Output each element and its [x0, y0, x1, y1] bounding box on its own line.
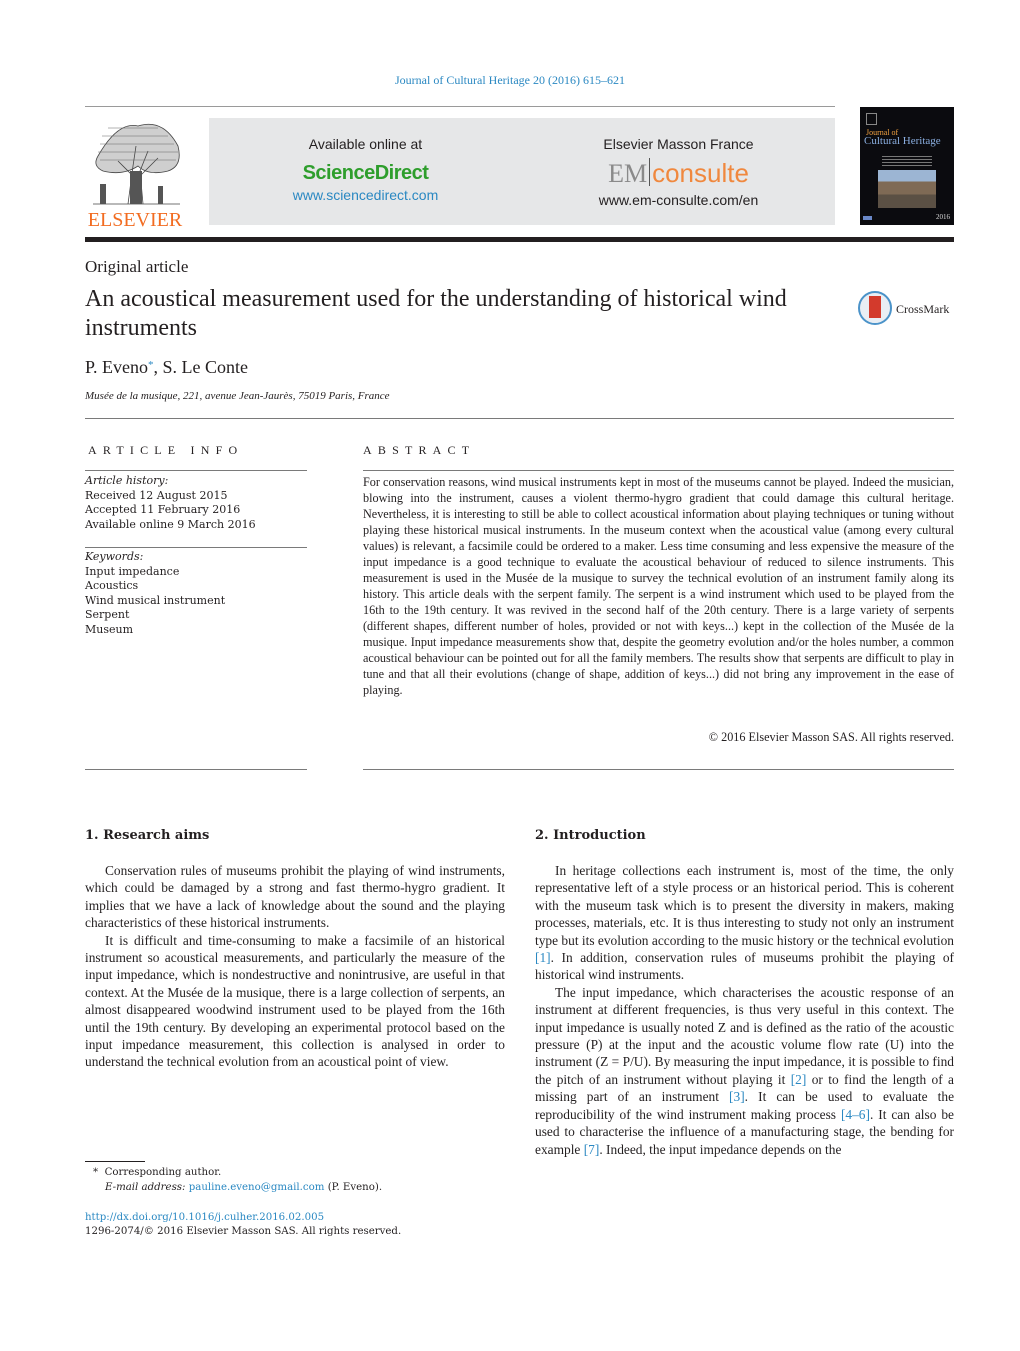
journal-reference-link[interactable]: Journal of Cultural Heritage 20 (2016) 6… [0, 73, 1020, 88]
history-accepted: Accepted 11 February 2016 [85, 503, 241, 516]
email-label: E-mail address: [105, 1181, 186, 1193]
keyword: Input impedance [85, 564, 180, 578]
elsevier-tree-icon [88, 116, 184, 208]
abstract-bottom-rule [363, 769, 954, 770]
article-info-rule [85, 470, 307, 471]
article-info-bottom-rule [85, 769, 307, 770]
history-online: Available online 9 March 2016 [85, 517, 256, 531]
em-wordmark: EM [608, 159, 648, 188]
author-name[interactable]: P. Eveno [85, 357, 148, 377]
paragraph: The input impedance, which characterises… [535, 984, 954, 1158]
article-type: Original article [85, 257, 189, 276]
introduction-body: In heritage collections each instrument … [535, 862, 954, 1158]
corresponding-author-note: Corresponding author. [104, 1167, 222, 1178]
abstract-body: For conservation reasons, wind musical i… [363, 475, 954, 697]
cover-elsevier-icon [866, 113, 877, 125]
keyword: Wind musical instrument [85, 593, 226, 607]
paragraph: It is difficult and time-consuming to ma… [85, 932, 505, 1070]
elsevier-masson-caption: Elsevier Masson France [603, 136, 754, 152]
footnote-rule [85, 1161, 145, 1162]
abstract-heading: ABSTRACT [363, 443, 476, 457]
issn-copyright: 1296-2074/© 2016 Elsevier Masson SAS. Al… [85, 1226, 402, 1237]
keyword: Serpent [85, 608, 130, 621]
article-title: An acoustical measurement used for the u… [85, 286, 787, 341]
keywords-list: Keywords: Input impedance Acoustics Wind… [85, 550, 307, 637]
keywords-label: Keywords: [85, 550, 144, 563]
elsevier-wordmark: ELSEVIER [87, 209, 183, 231]
section-heading-introduction: 2. Introduction [535, 828, 646, 843]
email-link[interactable]: pauline.eveno@gmail.com [189, 1182, 325, 1193]
research-aims-body: Conservation rules of museums prohibit t… [85, 862, 505, 1071]
text-run: . Indeed, the input impedance depends on… [599, 1141, 842, 1157]
header-rule [85, 106, 835, 107]
publisher-banner: Available online at ScienceDirect www.sc… [209, 118, 835, 225]
header-thick-rule [85, 237, 954, 242]
cover-badge-icon [863, 216, 872, 220]
section-heading-research-aims: 1. Research aims [85, 828, 210, 843]
paragraph: In heritage collections each instrument … [535, 862, 954, 984]
author-list: P. Eveno*, S. Le Conte [85, 357, 248, 378]
text-run: . In addition, conservation rules of mus… [535, 950, 954, 983]
crossmark-ribbon [869, 296, 881, 323]
crossmark-icon [858, 291, 892, 325]
citation-link[interactable]: [2] [791, 1072, 807, 1087]
citation-link[interactable]: [4–6] [841, 1107, 870, 1122]
cover-photo [878, 170, 936, 208]
keywords-rule [85, 547, 307, 548]
consulte-wordmark: consulte [652, 158, 749, 188]
author-separator: , [153, 357, 163, 377]
article-history-label: Article history: [85, 474, 169, 487]
sciencedirect-logo[interactable]: ScienceDirect [209, 162, 522, 185]
citation-link[interactable]: [1] [535, 950, 551, 965]
corresponding-author-footnote: * Corresponding author. E-mail address: … [93, 1166, 513, 1195]
emconsulte-url-link[interactable]: www.em-consulte.com/en [522, 192, 835, 208]
text-run: In heritage collections each instrument … [535, 863, 954, 948]
cover-subtitle-lines [882, 154, 932, 166]
article-history: Article history: Received 12 August 2015… [85, 474, 307, 532]
emconsulte-block: Elsevier Masson France EM consulte www.em… [522, 118, 835, 208]
elsevier-logo[interactable]: ELSEVIER [85, 116, 185, 231]
author-affiliation: Musée de la musique, 221, avenue Jean-Ja… [85, 390, 390, 402]
abstract-copyright: © 2016 Elsevier Masson SAS. All rights r… [708, 730, 954, 744]
citation-link[interactable]: [7] [584, 1142, 600, 1157]
doi-link[interactable]: http://dx.doi.org/10.1016/j.culher.2016.… [85, 1211, 324, 1226]
article-info-heading: ARTICLE INFO [88, 443, 244, 457]
emconsulte-logo[interactable]: EM consulte [522, 158, 835, 190]
sciencedirect-url-link[interactable]: www.sciencedirect.com [209, 187, 522, 203]
email-owner: (P. Eveno). [327, 1181, 383, 1193]
available-online-caption: Available online at [308, 136, 423, 152]
footnote-star: * [93, 1167, 99, 1178]
citation-link[interactable]: [3] [729, 1089, 745, 1104]
abstract-rule [363, 470, 954, 471]
keyword: Museum [85, 622, 134, 636]
cover-journal-title: Cultural Heritage [864, 135, 941, 147]
history-received: Received 12 August 2015 [85, 488, 228, 502]
keyword: Acoustics [85, 579, 139, 592]
crossmark-label: CrossMark [896, 302, 950, 316]
title-block-rule [85, 418, 954, 419]
journal-cover-thumbnail[interactable]: Journal of Cultural Heritage 2016 [860, 107, 954, 225]
sciencedirect-block: Available online at ScienceDirect www.sc… [209, 118, 522, 203]
cover-year: 2016 [936, 213, 950, 221]
author-name[interactable]: S. Le Conte [163, 357, 249, 377]
logo-divider [649, 158, 651, 186]
crossmark-button[interactable]: CrossMark [858, 291, 958, 329]
paragraph: Conservation rules of museums prohibit t… [85, 863, 505, 931]
